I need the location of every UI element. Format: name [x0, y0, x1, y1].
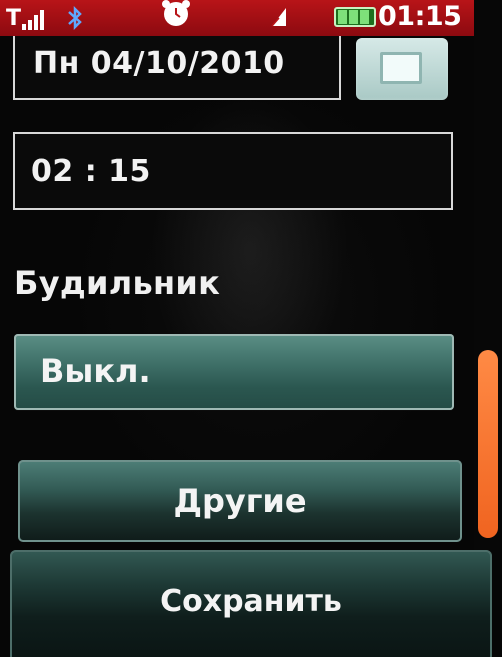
time-field[interactable]: 02 : 15 [13, 132, 453, 210]
other-button-label: Другие [173, 482, 307, 520]
other-button[interactable]: Другие [18, 460, 462, 542]
alarm-select-value: Выкл. [40, 352, 151, 390]
status-clock: 01:15 [378, 1, 462, 32]
scrollbar-thumb[interactable] [478, 350, 498, 538]
calendar-icon [380, 52, 422, 84]
battery-icon [334, 6, 378, 28]
alarm-clock-icon [160, 0, 192, 30]
save-button[interactable]: Сохранить [10, 550, 492, 657]
alarm-select[interactable]: Выкл. [14, 334, 454, 410]
date-field[interactable]: Пн 04/10/2010 [13, 36, 341, 100]
status-bar: T 01:15 [0, 0, 502, 36]
save-button-label: Сохранить [160, 584, 342, 619]
calendar-button[interactable] [356, 38, 448, 100]
alarm-label: Будильник [14, 264, 221, 302]
time-value: 02 : 15 [31, 154, 151, 189]
date-value: Пн 04/10/2010 [33, 46, 285, 81]
signal-icon: T [6, 6, 46, 32]
bluetooth-icon [64, 4, 86, 32]
scrollbar[interactable] [474, 0, 502, 560]
message-icon [268, 4, 290, 30]
phone-screen: T 01:15 Пн 04/10/2010 02: 15 Будильник … [0, 0, 502, 657]
